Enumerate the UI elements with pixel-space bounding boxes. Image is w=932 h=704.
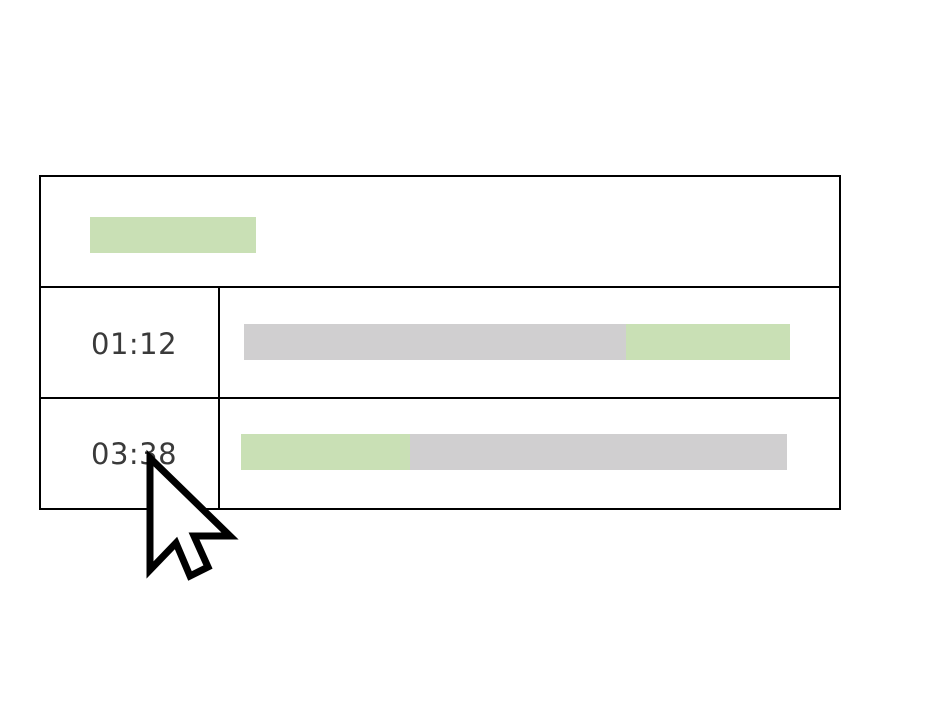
- bar-segment: [244, 324, 627, 360]
- table-row: 01:12: [41, 288, 839, 399]
- time-cell: 01:12: [41, 288, 220, 397]
- progress-bar: [244, 324, 790, 360]
- header-legend-swatch: [90, 217, 256, 253]
- bar-segment: [241, 434, 411, 470]
- bar-segment: [410, 434, 787, 470]
- progress-bar: [241, 434, 787, 470]
- time-label: 01:12: [91, 327, 178, 361]
- arrow-pointer-icon: [146, 449, 239, 581]
- table-header-row: [41, 177, 839, 288]
- bar-segment: [626, 324, 790, 360]
